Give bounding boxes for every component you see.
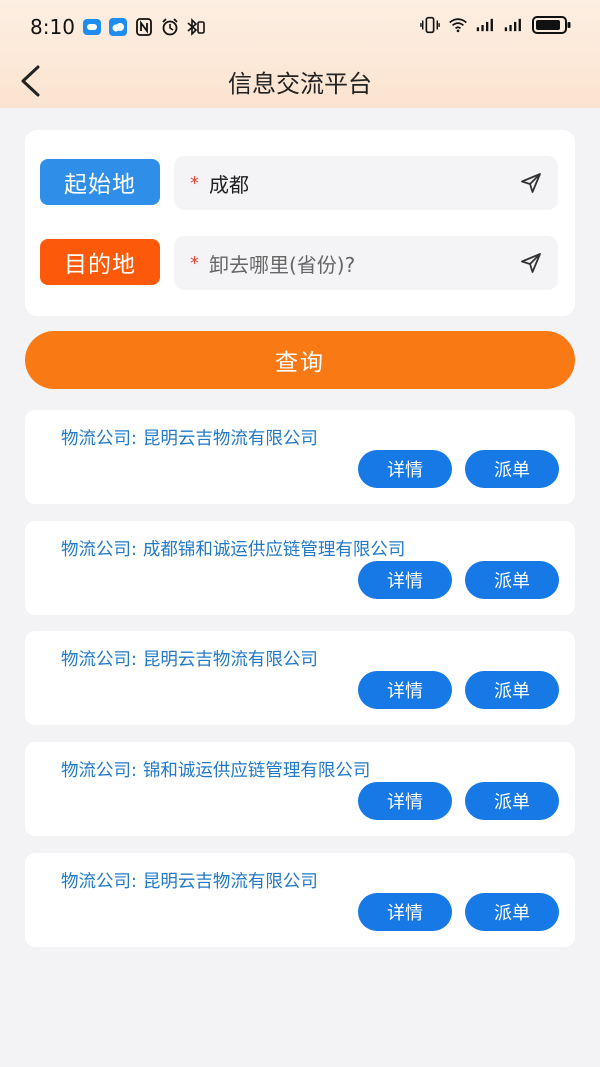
- required-marker: *: [190, 252, 199, 274]
- signal-icon: [476, 15, 496, 35]
- vibrate-icon: [420, 15, 440, 35]
- result-card: 物流公司: 成都锦和诚运供应链管理有限公司 详情 派单: [25, 521, 575, 615]
- origin-tag: 起始地: [40, 159, 160, 205]
- company-label: 物流公司:: [61, 429, 137, 449]
- dispatch-button[interactable]: 派单: [465, 782, 559, 820]
- app-screen: 8:10 信息交流平台 起始地 * 成都 目的地 * 卸去哪里(省份)? 查询 …: [0, 0, 600, 1067]
- company-line: 物流公司: 锦和诚运供应链管理有限公司: [61, 757, 370, 782]
- result-card: 物流公司: 昆明云吉物流有限公司 详情 派单: [25, 631, 575, 725]
- status-time: 8:10: [30, 15, 75, 39]
- query-button[interactable]: 查询: [25, 331, 575, 389]
- company-label: 物流公司:: [61, 540, 137, 560]
- company-label: 物流公司:: [61, 761, 137, 781]
- bluetooth-icon: [186, 17, 206, 37]
- result-card: 物流公司: 昆明云吉物流有限公司 详情 派单: [25, 410, 575, 504]
- send-arrow-icon[interactable]: [520, 172, 542, 194]
- origin-value[interactable]: 成都: [209, 169, 520, 198]
- company-line: 物流公司: 昆明云吉物流有限公司: [61, 646, 318, 671]
- status-right-icons: [420, 15, 572, 35]
- origin-row: 起始地 * 成都: [40, 156, 560, 211]
- detail-button[interactable]: 详情: [358, 561, 452, 599]
- dispatch-button[interactable]: 派单: [465, 561, 559, 599]
- result-card: 物流公司: 锦和诚运供应链管理有限公司 详情 派单: [25, 742, 575, 836]
- company-line: 物流公司: 昆明云吉物流有限公司: [61, 868, 318, 893]
- cloud-app-icon: [108, 17, 128, 37]
- dispatch-button[interactable]: 派单: [465, 893, 559, 931]
- detail-button[interactable]: 详情: [358, 671, 452, 709]
- destination-row: 目的地 * 卸去哪里(省份)?: [40, 236, 560, 291]
- signal-icon-2: [504, 15, 524, 35]
- company-name: 昆明云吉物流有限公司: [142, 872, 318, 892]
- dispatch-button[interactable]: 派单: [465, 450, 559, 488]
- status-bar: 8:10: [0, 0, 600, 56]
- detail-button[interactable]: 详情: [358, 782, 452, 820]
- send-arrow-icon[interactable]: [520, 252, 542, 274]
- destination-input[interactable]: * 卸去哪里(省份)?: [174, 236, 558, 290]
- detail-button[interactable]: 详情: [358, 893, 452, 931]
- dispatch-button[interactable]: 派单: [465, 671, 559, 709]
- company-name: 昆明云吉物流有限公司: [142, 429, 318, 449]
- result-card: 物流公司: 昆明云吉物流有限公司 详情 派单: [25, 853, 575, 947]
- alarm-icon: [160, 17, 180, 37]
- company-name: 锦和诚运供应链管理有限公司: [142, 761, 371, 781]
- required-marker: *: [190, 172, 199, 194]
- destination-placeholder[interactable]: 卸去哪里(省份)?: [209, 249, 520, 278]
- wifi-icon: [448, 15, 468, 35]
- page-title: 信息交流平台: [228, 70, 372, 98]
- nav-bar: 信息交流平台: [0, 56, 600, 106]
- status-left-icons: [82, 17, 206, 37]
- chat-bubble-icon: [82, 17, 102, 37]
- company-name: 昆明云吉物流有限公司: [142, 650, 318, 670]
- detail-button[interactable]: 详情: [358, 450, 452, 488]
- company-name: 成都锦和诚运供应链管理有限公司: [142, 540, 406, 560]
- company-label: 物流公司:: [61, 872, 137, 892]
- company-label: 物流公司:: [61, 650, 137, 670]
- destination-tag: 目的地: [40, 239, 160, 285]
- company-line: 物流公司: 成都锦和诚运供应链管理有限公司: [61, 536, 405, 561]
- battery-icon: [532, 15, 572, 35]
- search-card: 起始地 * 成都 目的地 * 卸去哪里(省份)?: [25, 130, 575, 316]
- company-line: 物流公司: 昆明云吉物流有限公司: [61, 425, 318, 450]
- nfc-icon: [134, 17, 154, 37]
- origin-input[interactable]: * 成都: [174, 156, 558, 210]
